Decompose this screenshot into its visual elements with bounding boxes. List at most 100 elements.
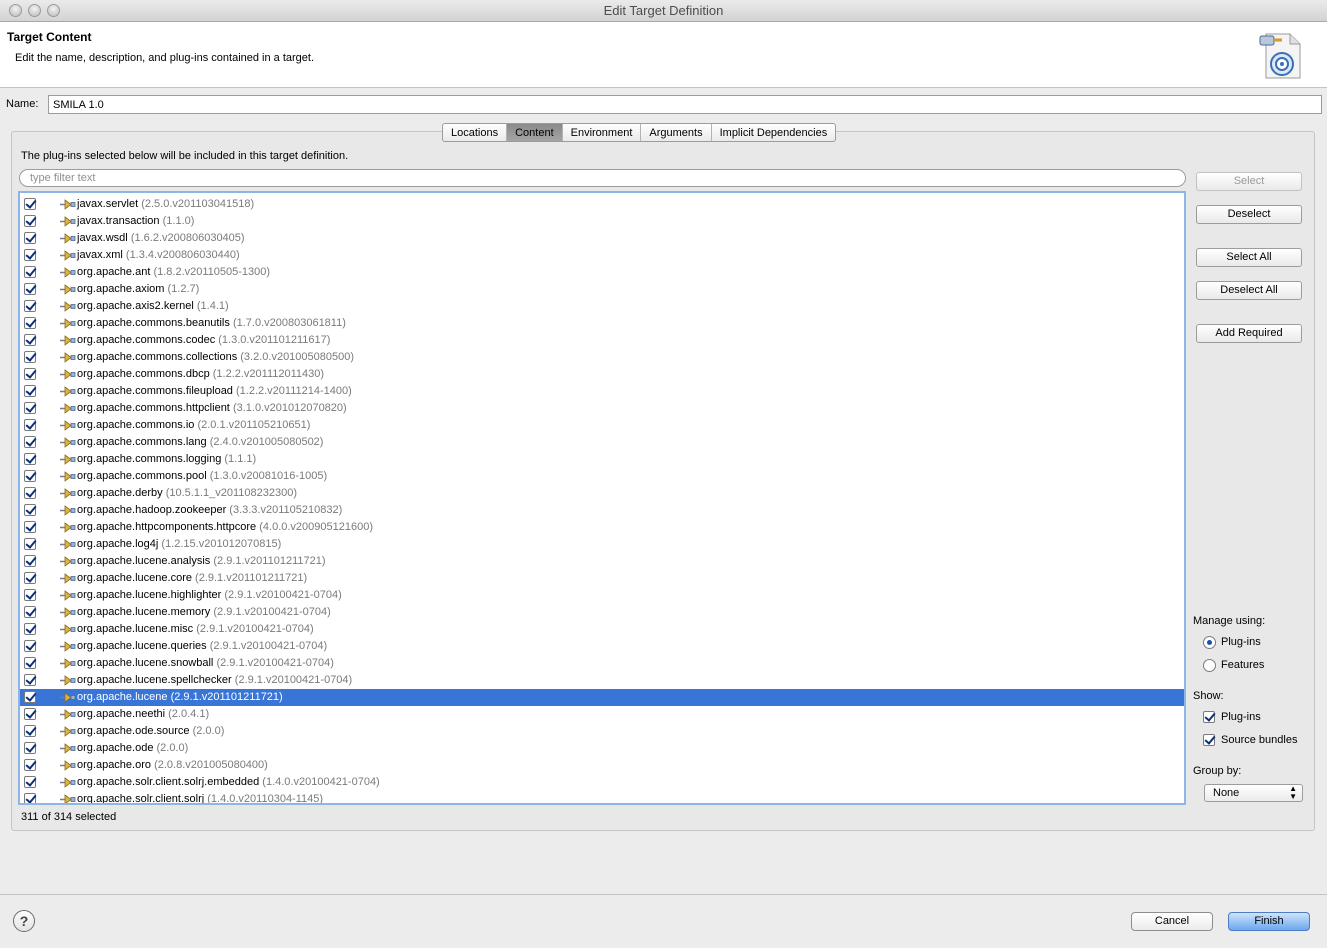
add-required-button[interactable]: Add Required [1196, 324, 1302, 343]
show-plugins-label[interactable]: Plug-ins [1221, 711, 1261, 723]
filter-input[interactable] [19, 169, 1186, 187]
plugin-label: org.apache.lucene.analysis (2.9.1.v20110… [77, 553, 326, 570]
plugin-checkbox[interactable] [24, 555, 36, 567]
plugin-checkbox[interactable] [24, 708, 36, 720]
plugin-row[interactable]: org.apache.commons.lang (2.4.0.v20100508… [20, 434, 1184, 451]
tab-implicit-dependencies[interactable]: Implicit Dependencies [712, 124, 836, 141]
plugin-row[interactable]: org.apache.commons.beanutils (1.7.0.v200… [20, 315, 1184, 332]
footer-divider [0, 894, 1327, 895]
plugin-row[interactable]: org.apache.lucene.misc (2.9.1.v20100421-… [20, 621, 1184, 638]
show-source-bundles-label[interactable]: Source bundles [1221, 734, 1297, 746]
help-icon[interactable]: ? [13, 910, 35, 932]
plugin-row[interactable]: javax.transaction (1.1.0) [20, 213, 1184, 230]
plugin-checkbox[interactable] [24, 300, 36, 312]
show-source-bundles-checkbox[interactable] [1203, 734, 1215, 746]
deselect-button[interactable]: Deselect [1196, 205, 1302, 224]
plugin-row[interactable]: org.apache.ant (1.8.2.v20110505-1300) [20, 264, 1184, 281]
plugin-name: org.apache.hadoop.zookeeper [77, 504, 227, 516]
plugin-checkbox[interactable] [24, 606, 36, 618]
plugin-row[interactable]: org.apache.derby (10.5.1.1_v201108232300… [20, 485, 1184, 502]
deselect-all-button[interactable]: Deselect All [1196, 281, 1302, 300]
plugin-row[interactable]: org.apache.neethi (2.0.4.1) [20, 706, 1184, 723]
plugin-checkbox[interactable] [24, 436, 36, 448]
select-button[interactable]: Select [1196, 172, 1302, 191]
plugin-row[interactable]: org.apache.lucene.memory (2.9.1.v2010042… [20, 604, 1184, 621]
plugin-row[interactable]: org.apache.lucene.analysis (2.9.1.v20110… [20, 553, 1184, 570]
plugin-checkbox[interactable] [24, 453, 36, 465]
plugin-row[interactable]: org.apache.oro (2.0.8.v201005080400) [20, 757, 1184, 774]
manage-plugins-label[interactable]: Plug-ins [1221, 636, 1261, 648]
plugin-checkbox[interactable] [24, 674, 36, 686]
plugin-checkbox[interactable] [24, 793, 36, 803]
plugin-row[interactable]: org.apache.ode (2.0.0) [20, 740, 1184, 757]
plugin-checkbox[interactable] [24, 623, 36, 635]
plugin-row[interactable]: org.apache.httpcomponents.httpcore (4.0.… [20, 519, 1184, 536]
plugin-checkbox[interactable] [24, 266, 36, 278]
plugin-checkbox[interactable] [24, 504, 36, 516]
plugin-row[interactable]: org.apache.axiom (1.2.7) [20, 281, 1184, 298]
plugin-row[interactable]: org.apache.solr.client.solrj (1.4.0.v201… [20, 791, 1184, 803]
plugin-row[interactable]: org.apache.commons.io (2.0.1.v2011052106… [20, 417, 1184, 434]
plugin-checkbox[interactable] [24, 538, 36, 550]
plugin-checkbox[interactable] [24, 470, 36, 482]
plugin-row[interactable]: org.apache.ode.source (2.0.0) [20, 723, 1184, 740]
plugin-row[interactable]: org.apache.lucene (2.9.1.v201101211721) [20, 689, 1184, 706]
tab-locations[interactable]: Locations [443, 124, 508, 141]
plugin-row[interactable]: org.apache.hadoop.zookeeper (3.3.3.v2011… [20, 502, 1184, 519]
plugin-checkbox[interactable] [24, 419, 36, 431]
plugin-row[interactable]: javax.wsdl (1.6.2.v200806030405) [20, 230, 1184, 247]
plugin-row[interactable]: org.apache.axis2.kernel (1.4.1) [20, 298, 1184, 315]
plugin-row[interactable]: org.apache.log4j (1.2.15.v201012070815) [20, 536, 1184, 553]
plugin-checkbox[interactable] [24, 283, 36, 295]
plugin-row[interactable]: org.apache.commons.fileupload (1.2.2.v20… [20, 383, 1184, 400]
plugin-checkbox[interactable] [24, 759, 36, 771]
plugin-checkbox[interactable] [24, 725, 36, 737]
plugin-checkbox[interactable] [24, 249, 36, 261]
plugin-checkbox[interactable] [24, 742, 36, 754]
plugin-checkbox[interactable] [24, 691, 36, 703]
show-plugins-checkbox[interactable] [1203, 711, 1215, 723]
group-by-select[interactable]: None ▲ ▼ [1204, 784, 1303, 802]
plugin-row[interactable]: org.apache.lucene.highlighter (2.9.1.v20… [20, 587, 1184, 604]
plugin-row[interactable]: org.apache.commons.logging (1.1.1) [20, 451, 1184, 468]
plugin-row[interactable]: org.apache.commons.pool (1.3.0.v20081016… [20, 468, 1184, 485]
plugin-checkbox[interactable] [24, 521, 36, 533]
manage-features-label[interactable]: Features [1221, 659, 1264, 671]
plugin-checkbox[interactable] [24, 334, 36, 346]
plugin-row[interactable]: org.apache.solr.client.solrj.embedded (1… [20, 774, 1184, 791]
plugin-checkbox[interactable] [24, 385, 36, 397]
plugin-checkbox[interactable] [24, 368, 36, 380]
plugin-row[interactable]: org.apache.commons.httpclient (3.1.0.v20… [20, 400, 1184, 417]
plugin-row[interactable]: javax.servlet (2.5.0.v201103041518) [20, 196, 1184, 213]
plugin-checkbox[interactable] [24, 232, 36, 244]
name-input[interactable] [48, 95, 1322, 114]
manage-features-radio[interactable] [1203, 659, 1216, 672]
tab-content[interactable]: Content [507, 124, 563, 141]
plugin-checkbox[interactable] [24, 776, 36, 788]
select-all-button[interactable]: Select All [1196, 248, 1302, 267]
plugin-checkbox[interactable] [24, 351, 36, 363]
plugin-row[interactable]: org.apache.lucene.core (2.9.1.v201101211… [20, 570, 1184, 587]
plugin-checkbox[interactable] [24, 572, 36, 584]
plugin-row[interactable]: org.apache.commons.codec (1.3.0.v2011012… [20, 332, 1184, 349]
plugin-row[interactable]: org.apache.commons.dbcp (1.2.2.v20111201… [20, 366, 1184, 383]
plugin-checkbox[interactable] [24, 198, 36, 210]
plugin-checkbox[interactable] [24, 487, 36, 499]
plugin-row[interactable]: org.apache.lucene.queries (2.9.1.v201004… [20, 638, 1184, 655]
plugin-checkbox[interactable] [24, 402, 36, 414]
plugin-row[interactable]: org.apache.lucene.snowball (2.9.1.v20100… [20, 655, 1184, 672]
plugin-checkbox[interactable] [24, 215, 36, 227]
plugin-list[interactable]: javax.servlet (2.5.0.v201103041518) javax… [18, 191, 1186, 805]
finish-button[interactable]: Finish [1228, 912, 1310, 931]
plugin-checkbox[interactable] [24, 589, 36, 601]
plugin-row[interactable]: org.apache.lucene.spellchecker (2.9.1.v2… [20, 672, 1184, 689]
plugin-row[interactable]: javax.xml (1.3.4.v200806030440) [20, 247, 1184, 264]
cancel-button[interactable]: Cancel [1131, 912, 1213, 931]
tab-environment[interactable]: Environment [563, 124, 642, 141]
plugin-checkbox[interactable] [24, 640, 36, 652]
manage-plugins-radio[interactable] [1203, 636, 1216, 649]
plugin-checkbox[interactable] [24, 657, 36, 669]
plugin-checkbox[interactable] [24, 317, 36, 329]
plugin-row[interactable]: org.apache.commons.collections (3.2.0.v2… [20, 349, 1184, 366]
tab-arguments[interactable]: Arguments [641, 124, 712, 141]
